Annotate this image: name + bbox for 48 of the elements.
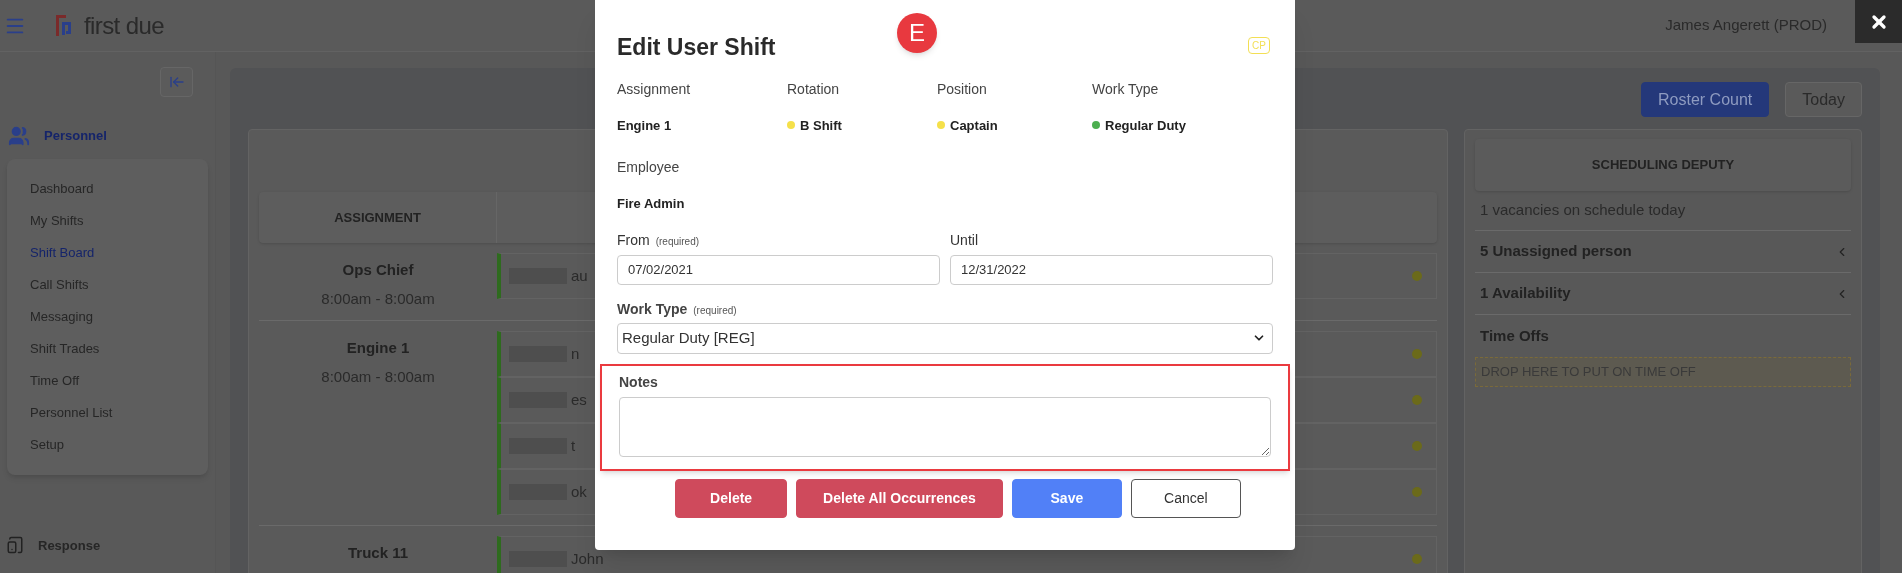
column-header: ASSIGNMENT: [259, 192, 497, 243]
date-field[interactable]: 07/02/2021: [617, 254, 940, 285]
info-label: Work Type: [1092, 79, 1160, 99]
dialog-button[interactable]: Delete: [675, 478, 788, 518]
deputy-title: SCHEDULING DEPUTY: [1591, 156, 1735, 175]
nav-item[interactable]: Call Shifts: [7, 269, 208, 301]
nav-item[interactable]: Dashboard: [7, 173, 208, 205]
dialog-button[interactable]: Save: [1011, 478, 1122, 518]
dialog-button[interactable]: Cancel: [1130, 478, 1241, 518]
nav-item[interactable]: Shift Board: [7, 237, 208, 269]
info-label: Rotation: [787, 79, 841, 99]
cp-tag: CP: [1248, 37, 1270, 54]
info-value: Regular Duty: [1105, 116, 1186, 135]
field-label: From: [617, 230, 650, 250]
toolbar-button[interactable]: Roster Count: [1641, 82, 1770, 117]
assignment-name: Engine 1: [346, 338, 410, 358]
info-label: Employee: [617, 158, 680, 177]
dialog-button[interactable]: Delete All Occurrences: [796, 478, 1003, 518]
close-button[interactable]: [1855, 0, 1902, 43]
nav-item[interactable]: Messaging: [7, 301, 208, 333]
required-hint: (required): [693, 303, 737, 318]
collapse-icon: [168, 74, 185, 90]
nav-item[interactable]: Time Off: [7, 365, 208, 397]
nav-item[interactable]: Shift Trades: [7, 333, 208, 365]
nav-item[interactable]: Personnel List: [7, 397, 208, 429]
info-label: Assignment: [617, 79, 692, 99]
info-value: B Shift: [800, 116, 842, 135]
notes-field[interactable]: [619, 396, 1271, 457]
assignment-name: Truck 11: [347, 543, 408, 563]
field-label: Until: [950, 230, 978, 250]
nav-item[interactable]: Setup: [7, 429, 208, 461]
people-icon: [8, 125, 30, 147]
collapse-sidebar-button[interactable]: [160, 67, 193, 97]
field-label: Work Type: [617, 299, 688, 319]
section-title[interactable]: Personnel: [44, 126, 107, 146]
info-label: Position: [937, 79, 988, 99]
required-hint: (required): [655, 234, 700, 249]
device-icon: [6, 536, 24, 555]
info-value: Fire Admin: [617, 195, 685, 213]
assignment-name: Ops Chief: [342, 260, 414, 280]
date-field[interactable]: 12/31/2022: [950, 254, 1273, 285]
field-label: Notes: [619, 372, 658, 392]
info-value: Captain: [950, 116, 998, 135]
dialog-title: Edit User Shift: [617, 33, 776, 62]
step-badge: E: [897, 13, 937, 53]
info-value: Engine 1: [617, 116, 672, 135]
nav-item[interactable]: My Shifts: [7, 205, 208, 237]
work-type-select[interactable]: Regular Duty [REG]: [617, 322, 1273, 354]
